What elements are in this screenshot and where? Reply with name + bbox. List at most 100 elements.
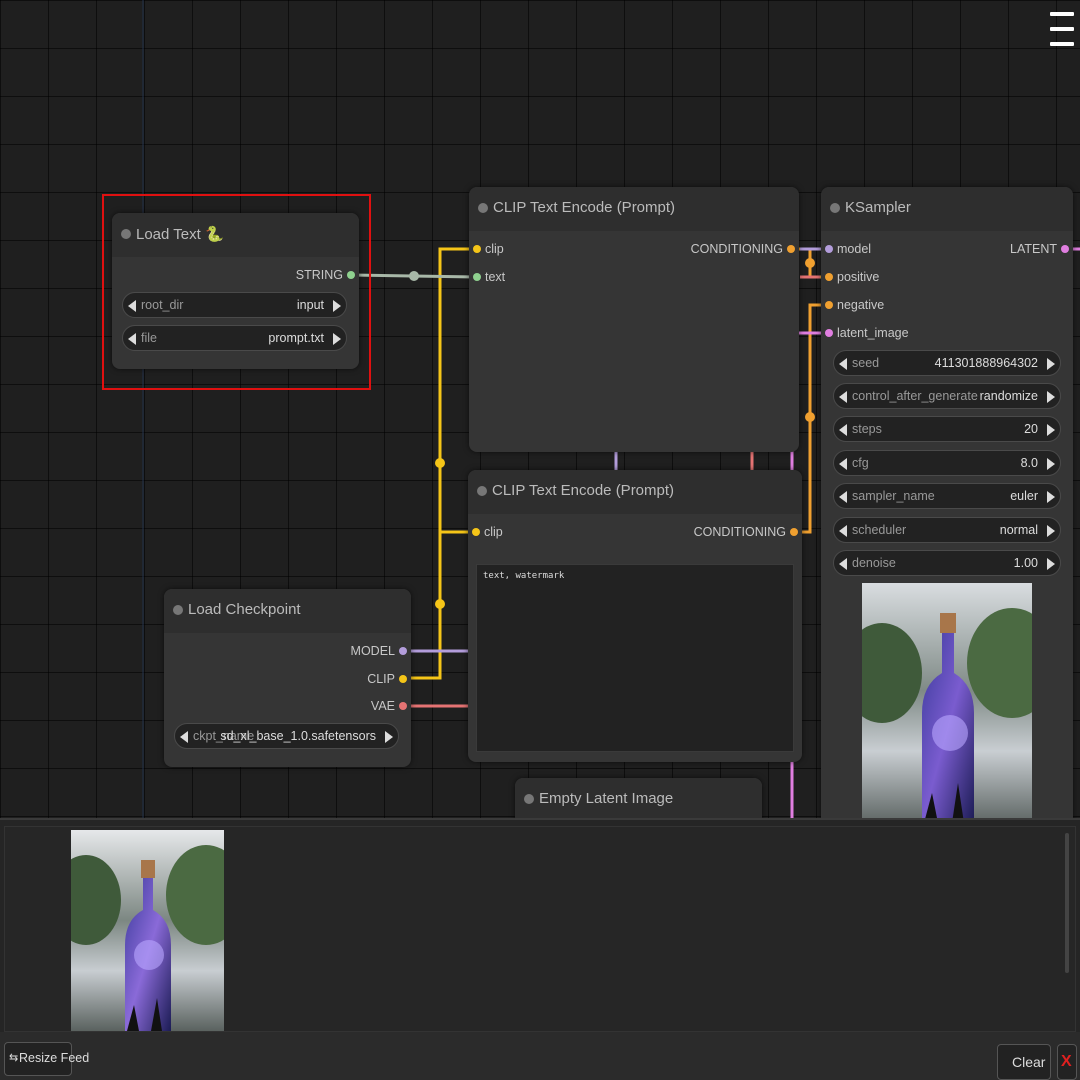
- widget-value: sd_xl_base_1.0.safetensors: [220, 729, 376, 743]
- bottle-thumbnail-graphic: [71, 830, 224, 1031]
- increment-arrow-icon[interactable]: [1047, 491, 1055, 503]
- decrement-arrow-icon[interactable]: [839, 358, 847, 370]
- wire-reroute-dot: [805, 258, 815, 268]
- node-header[interactable]: CLIP Text Encode (Prompt): [468, 470, 802, 514]
- increment-arrow-icon[interactable]: [1047, 358, 1055, 370]
- input-text-label: text: [485, 270, 506, 284]
- steps-widget[interactable]: steps 20: [833, 416, 1061, 442]
- node-title: KSampler: [845, 199, 911, 216]
- output-clip-pin[interactable]: [399, 675, 407, 683]
- input-clip-label: clip: [484, 525, 503, 539]
- output-conditioning-label: CONDITIONING: [690, 242, 783, 256]
- denoise-widget[interactable]: denoise 1.00: [833, 550, 1061, 576]
- increment-arrow-icon[interactable]: [1047, 424, 1055, 436]
- widget-value: 411301888964302: [934, 356, 1038, 370]
- collapse-dot-icon[interactable]: [524, 794, 534, 804]
- output-latent-pin[interactable]: [1061, 245, 1069, 253]
- prompt-textarea[interactable]: text, watermark: [476, 564, 794, 752]
- widget-label: control_after_generate: [852, 389, 978, 403]
- resize-arrows-icon: ⇆: [9, 1052, 19, 1064]
- increment-arrow-icon[interactable]: [1047, 525, 1055, 537]
- increment-arrow-icon[interactable]: [1047, 391, 1055, 403]
- wire-reroute-dot: [435, 458, 445, 468]
- control-after-generate-widget[interactable]: control_after_generate randomize: [833, 383, 1061, 409]
- scheduler-widget[interactable]: scheduler normal: [833, 517, 1061, 543]
- input-positive-label: positive: [837, 270, 880, 284]
- feed-toolbar: ⇆ Resize Feed Clear X: [0, 1032, 1080, 1080]
- input-negative-label: negative: [837, 298, 885, 312]
- collapse-dot-icon[interactable]: [173, 605, 183, 615]
- increment-arrow-icon[interactable]: [1047, 558, 1055, 570]
- decrement-arrow-icon[interactable]: [839, 424, 847, 436]
- feed-image-area[interactable]: [4, 826, 1076, 1032]
- ksampler-node[interactable]: KSampler model positive negative latent_…: [821, 187, 1073, 818]
- clear-button[interactable]: Clear: [997, 1044, 1051, 1080]
- output-conditioning-label: CONDITIONING: [693, 525, 786, 539]
- node-header[interactable]: Empty Latent Image: [515, 778, 762, 818]
- widget-value: 8.0: [1020, 456, 1038, 470]
- widget-value: 20: [1024, 422, 1038, 436]
- output-model-pin[interactable]: [399, 647, 407, 655]
- input-positive-pin[interactable]: [825, 273, 833, 281]
- output-model-label: MODEL: [350, 644, 395, 658]
- bottle-preview-graphic: [862, 583, 1032, 818]
- clip-text-encode-positive-node[interactable]: CLIP Text Encode (Prompt) clip text COND…: [469, 187, 799, 452]
- wire-reroute-dot: [805, 412, 815, 422]
- input-latent-image-pin[interactable]: [825, 329, 833, 337]
- node-header[interactable]: KSampler: [821, 187, 1073, 231]
- increment-arrow-icon[interactable]: [385, 731, 393, 743]
- decrement-arrow-icon[interactable]: [839, 491, 847, 503]
- input-text-pin[interactable]: [473, 273, 481, 281]
- node-graph-canvas[interactable]: Load Text 🐍 STRING root_dir input file p…: [0, 0, 1080, 818]
- widget-label: cfg: [852, 456, 869, 470]
- seed-widget[interactable]: seed 411301888964302: [833, 350, 1061, 376]
- widget-value: euler: [1010, 489, 1038, 503]
- output-conditioning-pin[interactable]: [787, 245, 795, 253]
- widget-value: 1.00: [1013, 556, 1038, 570]
- node-title: Load Checkpoint: [188, 601, 301, 618]
- node-header[interactable]: CLIP Text Encode (Prompt): [469, 187, 799, 231]
- clip-text-encode-negative-node[interactable]: CLIP Text Encode (Prompt) clip CONDITION…: [468, 470, 802, 762]
- feed-thumbnail-image[interactable]: [71, 830, 224, 1031]
- cfg-widget[interactable]: cfg 8.0: [833, 450, 1061, 476]
- empty-latent-image-node[interactable]: Empty Latent Image: [515, 778, 762, 818]
- widget-value: randomize: [979, 389, 1038, 403]
- ksampler-preview-image[interactable]: [862, 583, 1032, 818]
- node-header[interactable]: Load Checkpoint: [164, 589, 411, 633]
- wire-reroute-dot: [435, 599, 445, 609]
- output-vae-pin[interactable]: [399, 702, 407, 710]
- ckpt-name-widget[interactable]: ckpt_name sd_xl_base_1.0.safetensors: [174, 723, 399, 749]
- load-checkpoint-node[interactable]: Load Checkpoint MODEL CLIP VAE ckpt_name…: [164, 589, 411, 767]
- input-negative-pin[interactable]: [825, 301, 833, 309]
- input-model-pin[interactable]: [825, 245, 833, 253]
- hamburger-menu-icon[interactable]: [1050, 12, 1074, 48]
- close-feed-button[interactable]: X: [1057, 1044, 1077, 1080]
- collapse-dot-icon[interactable]: [477, 486, 487, 496]
- output-conditioning-pin[interactable]: [790, 528, 798, 536]
- decrement-arrow-icon[interactable]: [839, 391, 847, 403]
- decrement-arrow-icon[interactable]: [180, 731, 188, 743]
- increment-arrow-icon[interactable]: [1047, 458, 1055, 470]
- output-latent-label: LATENT: [1010, 242, 1057, 256]
- feed-scrollbar[interactable]: [1065, 833, 1069, 973]
- collapse-dot-icon[interactable]: [830, 203, 840, 213]
- resize-feed-label: Resize Feed: [19, 1051, 90, 1065]
- selection-highlight: [102, 194, 371, 390]
- input-latent-image-label: latent_image: [837, 326, 909, 340]
- output-vae-label: VAE: [370, 699, 395, 713]
- decrement-arrow-icon[interactable]: [839, 525, 847, 537]
- resize-feed-button[interactable]: ⇆ Resize Feed: [4, 1042, 89, 1076]
- decrement-arrow-icon[interactable]: [839, 558, 847, 570]
- sampler-name-widget[interactable]: sampler_name euler: [833, 483, 1061, 509]
- input-clip-label: clip: [485, 242, 504, 256]
- input-clip-pin[interactable]: [473, 245, 481, 253]
- node-title: Empty Latent Image: [539, 790, 674, 807]
- decrement-arrow-icon[interactable]: [839, 458, 847, 470]
- node-title: CLIP Text Encode (Prompt): [492, 482, 675, 499]
- input-clip-pin[interactable]: [472, 528, 480, 536]
- node-title: CLIP Text Encode (Prompt): [493, 199, 676, 216]
- widget-label: scheduler: [852, 523, 907, 537]
- image-feed-panel: ⇆ Resize Feed Clear X: [0, 818, 1080, 1080]
- close-icon: X: [1061, 1053, 1072, 1070]
- collapse-dot-icon[interactable]: [478, 203, 488, 213]
